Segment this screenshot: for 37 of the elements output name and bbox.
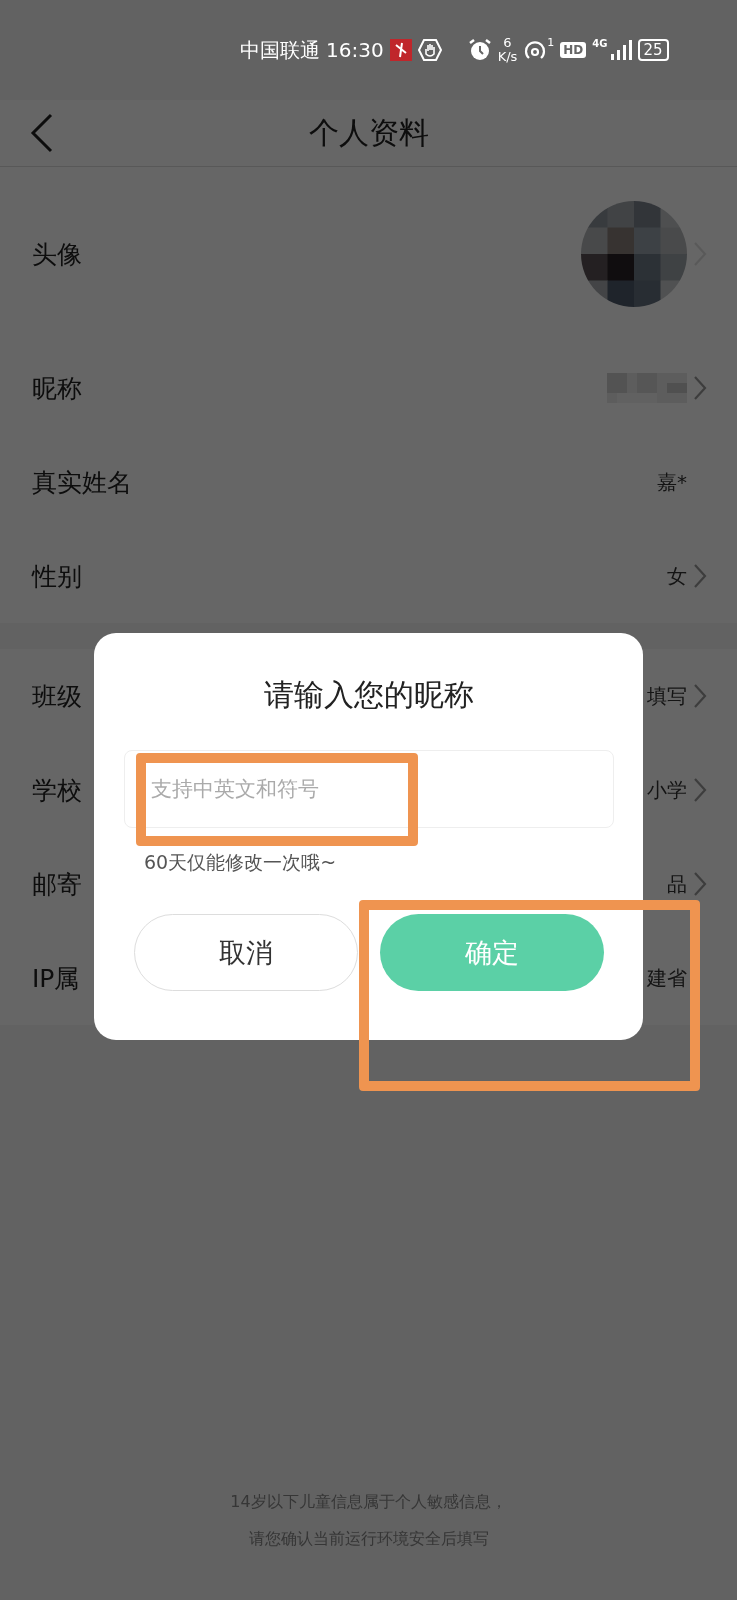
cancel-button[interactable]: 取消: [133, 914, 358, 991]
row-value: 小学: [647, 776, 687, 804]
chevron-right-icon[interactable]: [693, 375, 707, 401]
speed-value: 6: [503, 36, 512, 50]
alarm-clock-icon: [467, 38, 492, 62]
chevron-right-icon[interactable]: [693, 871, 707, 897]
chevron-right-icon[interactable]: [693, 777, 707, 803]
signal-icon: [609, 40, 632, 60]
carrier-name: 中国联通: [240, 36, 320, 64]
page-title: 个人资料: [308, 113, 429, 152]
row-label: 昵称: [32, 372, 82, 405]
hint-text: 60天仅能修改一次哦~: [144, 850, 337, 875]
chevron-right-icon[interactable]: [693, 563, 707, 589]
row-value: 填写: [647, 682, 687, 710]
row-label: 班级: [32, 680, 82, 713]
app-notification-icon: [389, 39, 412, 61]
clock-time: 16:30: [326, 38, 384, 62]
hotspot-count: 1: [547, 36, 555, 49]
row-value: 品: [667, 870, 687, 898]
row-label: 真实姓名: [32, 466, 132, 499]
row-value: 女: [667, 562, 687, 590]
back-icon[interactable]: [30, 113, 54, 153]
chevron-right-icon[interactable]: [693, 683, 707, 709]
network-type: 4G: [592, 38, 608, 49]
row-label: IP属: [32, 962, 80, 995]
row-value: 嘉*: [657, 468, 687, 496]
speed-unit: K/s: [497, 50, 518, 64]
row-label: 邮寄: [32, 868, 82, 901]
row-value: 建省: [647, 964, 687, 992]
row-label: 学校: [32, 774, 82, 807]
hand-hexagon-icon: [417, 39, 442, 61]
dialog-title: 请输入您的昵称: [263, 676, 474, 714]
hotspot-icon: [523, 38, 548, 62]
row-label: 性别: [32, 560, 82, 593]
row-label: 头像: [32, 238, 82, 271]
battery-level: 25: [637, 39, 669, 61]
hd-badge: HD: [560, 42, 587, 58]
